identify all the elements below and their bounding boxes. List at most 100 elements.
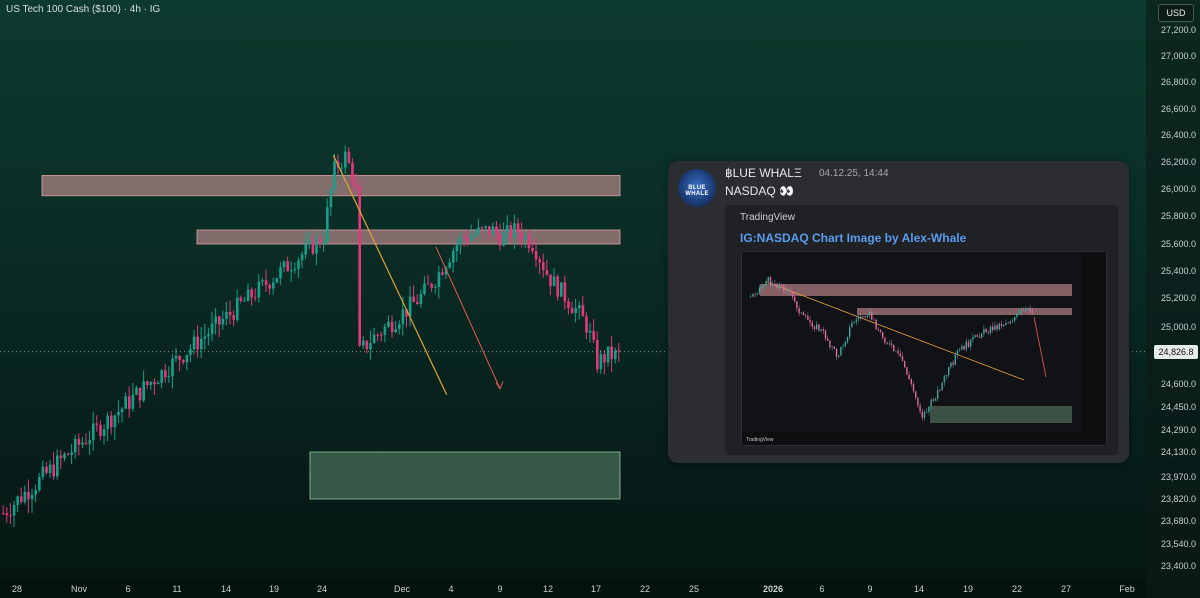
candle-body: [106, 415, 109, 430]
candle-body: [416, 301, 419, 304]
candle-body: [477, 227, 480, 235]
candle-body: [383, 326, 387, 335]
candle-body: [470, 235, 473, 241]
mini-candle-body: [934, 398, 937, 401]
mini-candle-body: [754, 294, 756, 295]
mini-candle-body: [893, 344, 895, 351]
mini-candle-body: [868, 312, 871, 316]
link-embed: TradingView IG:NASDAQ Chart Image by Ale…: [725, 205, 1118, 455]
time-tick-label: Feb: [1119, 584, 1135, 594]
mini-candle-body: [974, 335, 976, 338]
candle-body: [275, 278, 279, 283]
author-avatar[interactable]: BLUE WHALE: [678, 169, 716, 207]
mini-candle-body: [860, 316, 862, 318]
candle-body: [570, 308, 574, 314]
price-tick-label: 24,130.0: [1161, 447, 1196, 457]
mini-candle-body: [897, 350, 899, 354]
mini-candle-body: [862, 316, 864, 318]
candle-body: [149, 382, 153, 386]
candle-body: [56, 455, 59, 477]
currency-button[interactable]: USD: [1158, 4, 1194, 22]
mini-candle-body: [853, 321, 855, 323]
time-tick-label: 14: [221, 584, 231, 594]
candle-body: [322, 241, 325, 245]
message-card: BLUE WHALE ฿LUE WHALΞ 04.12.25, 14:44 NA…: [668, 161, 1129, 463]
mini-candle-body: [767, 277, 769, 282]
candle-body: [131, 394, 135, 409]
mini-candle-body: [855, 319, 857, 322]
time-tick-label: 22: [1012, 584, 1022, 594]
mini-candle-body: [846, 336, 849, 342]
candle-body: [606, 346, 610, 363]
candle-body: [207, 334, 210, 337]
mini-candle-body: [989, 326, 992, 333]
candle-body: [506, 225, 509, 233]
candle-body: [412, 296, 415, 302]
mini-candle-body: [963, 345, 965, 350]
mini-candle-body: [1025, 309, 1027, 311]
time-tick-label: 4: [448, 584, 453, 594]
candle-body: [592, 330, 595, 340]
mini-candle-body: [912, 383, 915, 392]
candle-body: [282, 261, 286, 268]
mini-candle-body: [899, 353, 901, 357]
candle-body: [509, 225, 513, 239]
candle-body: [88, 440, 91, 444]
candle-body: [394, 328, 397, 333]
time-tick-label: 28: [12, 584, 22, 594]
candle-body: [354, 184, 358, 186]
time-tick-label: 12: [543, 584, 553, 594]
candle-body: [315, 238, 318, 254]
mini-candle-body: [763, 285, 765, 287]
candle-body: [588, 330, 592, 333]
mini-candle-body: [758, 287, 761, 294]
price-tick-label: 23,400.0: [1161, 561, 1196, 571]
mini-price-axis: [1082, 252, 1106, 445]
mini-candle-body: [838, 355, 840, 357]
embed-title-link[interactable]: IG:NASDAQ Chart Image by Alex-Whale: [740, 231, 966, 245]
candle-body: [189, 349, 192, 355]
mini-candle-body: [864, 316, 866, 318]
message-text: NASDAQ 👀: [725, 184, 794, 198]
candle-body: [408, 296, 412, 317]
mini-candle-body: [873, 319, 875, 321]
candle-body: [329, 189, 333, 208]
candle-body: [9, 515, 12, 517]
mini-candle-body: [871, 312, 873, 320]
message-author[interactable]: ฿LUE WHALΞ: [725, 166, 802, 180]
mini-candle-body: [950, 362, 952, 368]
candle-body: [268, 285, 271, 289]
mini-candle-body: [996, 325, 998, 330]
mini-candle-body: [978, 336, 981, 338]
candle-body: [138, 387, 142, 401]
price-tick-label: 24,290.0: [1161, 425, 1196, 435]
price-tick-label: 25,600.0: [1161, 239, 1196, 249]
candle-body: [95, 423, 99, 425]
candle-body: [390, 321, 394, 333]
price-tick-label: 24,600.0: [1161, 379, 1196, 389]
mini-candle-body: [888, 343, 890, 344]
candle-body: [473, 234, 477, 236]
mini-candle-body: [923, 412, 926, 418]
mini-candle-body: [943, 376, 945, 383]
time-tick-label: 19: [269, 584, 279, 594]
mini-candle-body: [890, 343, 893, 345]
candle-body: [430, 284, 433, 288]
candle-body: [272, 282, 275, 289]
candle-body: [347, 151, 351, 163]
candle-body: [300, 254, 304, 261]
candle-body: [279, 267, 282, 279]
mini-candle-body: [1011, 320, 1014, 322]
time-tick-label: Nov: [71, 584, 88, 594]
embed-chart-image[interactable]: TradingView: [741, 251, 1107, 446]
mini-candle-body: [807, 315, 809, 320]
candle-body: [257, 281, 261, 298]
mini-candle-body: [789, 290, 791, 292]
price-tick-label: 23,820.0: [1161, 494, 1196, 504]
candle-body: [286, 261, 289, 272]
candle-body: [210, 323, 214, 335]
mini-candle-body: [952, 362, 954, 365]
mini-resistance-zone: [760, 284, 1072, 296]
candle-body: [340, 167, 343, 169]
current-price-tag: 24,826.8: [1154, 344, 1198, 359]
